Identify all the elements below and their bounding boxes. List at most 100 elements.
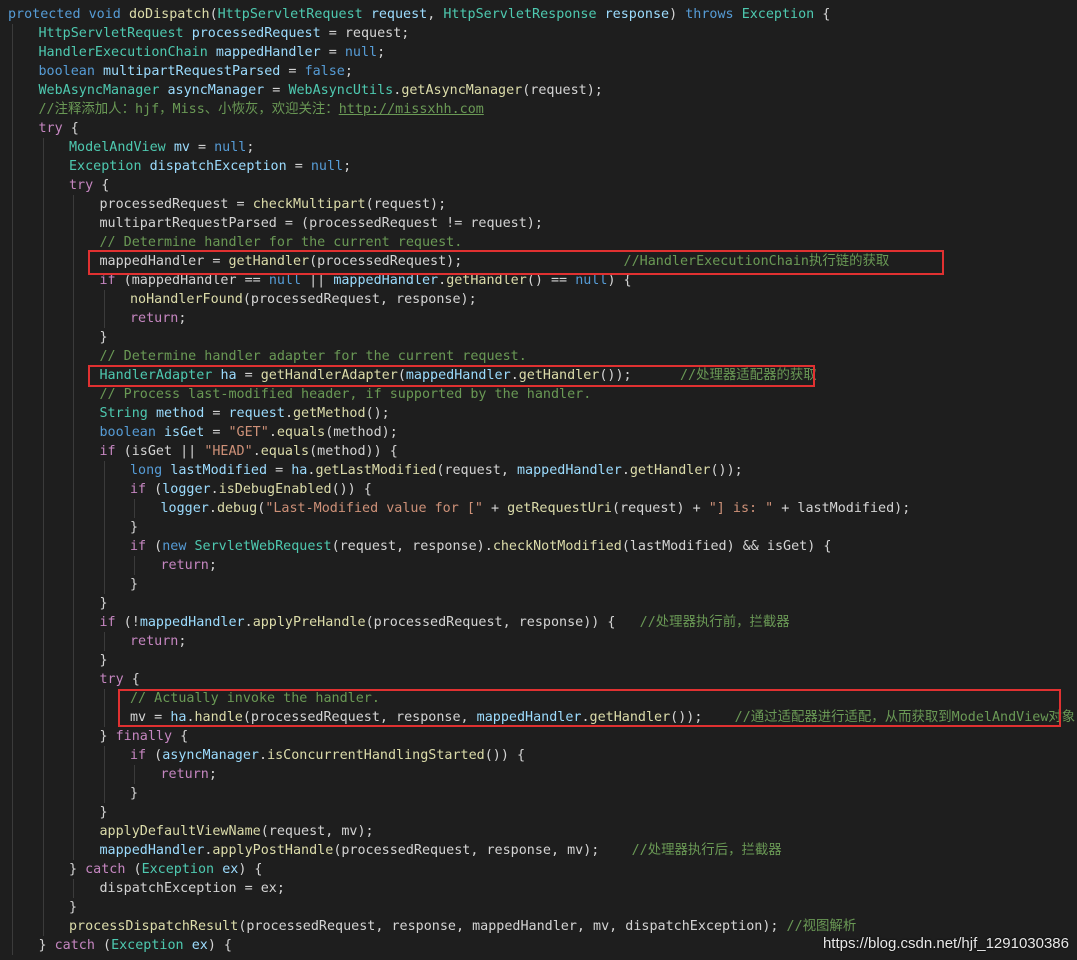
code-token: isGet [164, 425, 205, 440]
indent-guide [73, 252, 74, 271]
code-line[interactable]: if (asyncManager.isConcurrentHandlingSta… [130, 746, 525, 765]
code-token: //注释添加人：hjf，Miss、小恢灰，欢迎关注： [38, 102, 339, 117]
indent-guide [12, 898, 13, 917]
indent-guide [73, 651, 74, 670]
code-line[interactable]: boolean multipartRequestParsed = false; [39, 62, 353, 81]
code-token: applyPreHandle [252, 615, 366, 630]
indent-guide [12, 822, 13, 841]
indent-guide [42, 214, 44, 233]
code-line[interactable]: ModelAndView mv = null; [69, 138, 254, 157]
indent-guide [103, 746, 105, 765]
code-line[interactable]: mv = ha.handle(processedRequest, respons… [130, 708, 1075, 727]
code-line[interactable]: logger.debug("Last-Modified value for ["… [161, 499, 911, 518]
code-line[interactable]: if (!mappedHandler.applyPreHandle(proces… [100, 613, 790, 632]
indent-guide [42, 233, 44, 252]
code-token: . [208, 501, 217, 516]
code-token: . [581, 710, 590, 725]
code-line[interactable]: WebAsyncManager asyncManager = WebAsyncU… [39, 81, 603, 100]
code-line[interactable]: if (new ServletWebRequest(request, respo… [130, 537, 831, 556]
code-line[interactable]: applyDefaultViewName(request, mv); [100, 822, 374, 841]
indent-guide [103, 784, 105, 803]
code-token: } [99, 596, 108, 611]
code-line[interactable]: } [130, 575, 138, 594]
code-line[interactable]: } [100, 651, 108, 670]
code-line[interactable]: long lastModified = ha. getLastModified(r… [130, 461, 743, 480]
code-line[interactable]: // Process last-modified header, if supp… [100, 385, 592, 404]
indent-guide [42, 651, 44, 670]
code-line[interactable]: } [130, 784, 138, 803]
code-token: new [162, 539, 187, 554]
indent-guide [12, 309, 13, 328]
indent-guide [73, 784, 74, 803]
code-token: ( [146, 482, 163, 497]
code-line[interactable]: if (logger.isDebugEnabled()) { [130, 480, 372, 499]
code-token: checkNotModified [492, 539, 622, 554]
code-line[interactable]: mappedHandler = getHandler(processedRequ… [100, 252, 890, 271]
code-token: . [186, 710, 195, 725]
code-token: } [99, 805, 108, 820]
indent-guide [12, 841, 13, 860]
code-line[interactable]: } [100, 328, 108, 347]
code-token: } [130, 520, 139, 535]
code-line[interactable]: multipartRequestParsed = (processedReque… [100, 214, 543, 233]
code-token: processedRequest [191, 26, 321, 41]
code-token: { [123, 672, 140, 687]
code-token: getHandlerAdapter [260, 368, 398, 383]
indent-guide [73, 632, 74, 651]
code-line[interactable]: return; [130, 309, 186, 328]
code-line[interactable]: try { [69, 176, 109, 195]
code-line[interactable]: } [130, 518, 138, 537]
code-line[interactable]: // Determine handler for the current req… [100, 233, 463, 252]
code-token: ; [178, 634, 187, 649]
code-token: HttpServletResponse [443, 7, 597, 22]
code-line[interactable]: HttpServletRequest processedRequest = re… [39, 24, 410, 43]
code-line[interactable]: dispatchException = ex; [100, 879, 285, 898]
code-line[interactable]: // Actually invoke the handler. [130, 689, 380, 708]
indent-guide [134, 556, 135, 575]
code-token: "HEAD" [204, 444, 253, 459]
indent-guide [12, 556, 13, 575]
code-line[interactable]: HandlerAdapter ha = getHandlerAdapter(ma… [100, 366, 817, 385]
code-line[interactable]: processDispatchResult(processedRequest, … [69, 917, 856, 936]
indent-guide [42, 689, 44, 708]
code-line[interactable]: // Determine handler adapter for the cur… [100, 347, 527, 366]
code-token: mv = [130, 710, 171, 725]
indent-guide [42, 195, 44, 214]
indent-guide [42, 442, 44, 461]
code-line[interactable]: } catch (Exception ex) { [69, 860, 263, 879]
code-line[interactable]: String method = request.getMethod(); [100, 404, 390, 423]
code-line[interactable]: protected void doDispatch(HttpServletReq… [8, 5, 830, 24]
code-line[interactable]: processedRequest = checkMultipart(reques… [100, 195, 447, 214]
code-token: (request); [365, 197, 447, 212]
code-line[interactable]: return; [161, 765, 217, 784]
code-line[interactable]: if (mappedHandler == null || mappedHandl… [100, 271, 632, 290]
code-line[interactable]: noHandlerFound(processedRequest, respons… [130, 290, 477, 309]
code-line[interactable]: mappedHandler.applyPostHandle(processedR… [100, 841, 782, 860]
code-token: ModelAndView [69, 140, 166, 155]
code-line[interactable]: } catch (Exception ex) { [39, 936, 233, 955]
code-line[interactable]: Exception dispatchException = null; [69, 157, 351, 176]
code-token: ) { [207, 938, 232, 953]
code-line[interactable]: } [100, 594, 108, 613]
code-line[interactable]: HandlerExecutionChain mappedHandler = nu… [39, 43, 386, 62]
code-line[interactable]: try { [39, 119, 79, 138]
code-editor[interactable]: protected void doDispatch(HttpServletReq… [0, 0, 1077, 960]
code-line[interactable]: } [100, 803, 108, 822]
code-line[interactable]: boolean isGet = "GET".equals(method); [100, 423, 398, 442]
code-line[interactable]: if (isGet || "HEAD".equals(method)) { [100, 442, 398, 461]
indent-guide [42, 860, 44, 879]
code-line[interactable]: return; [130, 632, 186, 651]
code-line[interactable]: } [69, 898, 77, 917]
code-token: (processedRequest, response); [242, 292, 477, 307]
code-line[interactable]: } finally { [100, 727, 189, 746]
code-token: isDebugEnabled [218, 482, 332, 497]
code-token: . [621, 463, 630, 478]
indent-guide [12, 480, 13, 499]
code-line[interactable]: return; [161, 556, 217, 575]
code-line[interactable]: try { [100, 670, 140, 689]
code-token: debug [216, 501, 258, 516]
code-token: //通过适配器进行适配，从而获取到ModelAndView对象 [734, 710, 1076, 725]
code-line[interactable]: //注释添加人：hjf，Miss、小恢灰，欢迎关注：http://missxhh… [39, 100, 484, 119]
